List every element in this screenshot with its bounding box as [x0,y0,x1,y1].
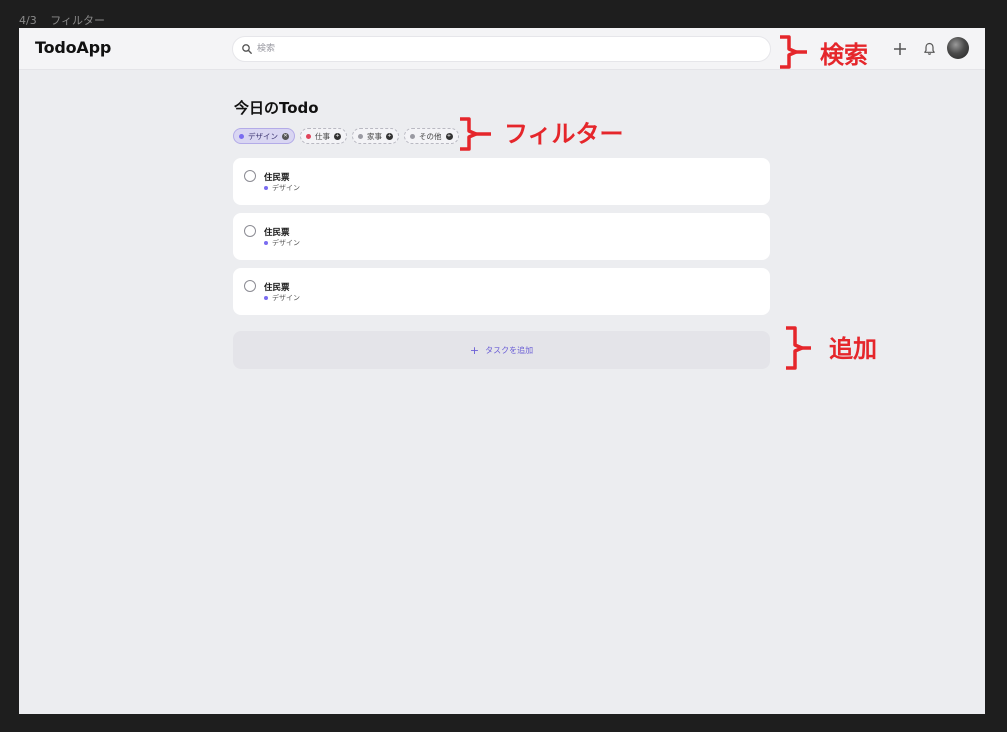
filter-chip-other[interactable]: その他 + [404,128,459,144]
filter-chip-work[interactable]: 仕事 + [300,128,347,144]
filter-chip-label: 家事 [367,131,382,141]
filter-chip-label: 仕事 [315,131,330,141]
filter-chip-housework[interactable]: 家事 + [352,128,399,144]
plus-icon [894,43,906,55]
frame-label: 4/3 フィルター [19,12,105,28]
task-card[interactable]: 住民票 デザイン [233,268,770,315]
color-dot-icon [239,133,244,139]
filter-chips: デザイン ✕ 仕事 + 家事 + その他 + [233,128,459,144]
task-card[interactable]: 住民票 デザイン [233,158,770,205]
annotation-brace-filter [460,117,491,151]
complete-checkbox[interactable] [244,280,256,292]
search-input[interactable] [257,37,757,61]
plus-icon[interactable]: + [334,132,341,140]
task-tag: デザイン [264,293,300,303]
filter-chip-label: その他 [419,131,442,141]
plus-icon[interactable]: + [386,132,393,140]
frame-number: 4/3 [19,14,37,27]
color-dot-icon [264,296,268,300]
task-tag-label: デザイン [272,184,300,192]
task-title: 住民票 [264,283,290,293]
task-title: 住民票 [264,228,290,238]
avatar[interactable] [947,37,969,59]
app-logo[interactable]: TodoApp [35,38,111,57]
bell-icon [923,42,935,55]
plus-icon: + [469,343,480,357]
filter-chip-label: デザイン [248,131,278,141]
add-task-button[interactable]: + タスクを追加 [233,331,770,369]
complete-checkbox[interactable] [244,170,256,182]
frame-name: フィルター [50,14,105,27]
annotation-brace-add [786,326,811,370]
plus-icon[interactable]: + [445,132,453,140]
annotation-brace-search [780,35,807,69]
add-task-label: タスクを追加 [485,345,534,355]
color-dot-icon [306,133,311,139]
annotation-filter-label: フィルター [504,120,624,148]
annotation-add-label: 追加 [829,335,877,363]
color-dot-icon [358,133,363,139]
task-tag: デザイン [264,238,300,248]
task-tag-label: デザイン [272,239,300,247]
filter-chip-design[interactable]: デザイン ✕ [233,128,295,144]
notification-button[interactable] [918,38,940,60]
task-tag-label: デザイン [272,294,300,302]
app-canvas: TodoApp 検索 今日のTodo [19,28,985,714]
task-card[interactable]: 住民票 デザイン [233,213,770,260]
page-title: 今日のTodo [234,99,319,117]
task-title: 住民票 [264,173,290,183]
color-dot-icon [410,133,415,139]
task-tag: デザイン [264,183,300,193]
close-icon[interactable]: ✕ [282,132,289,140]
color-dot-icon [264,186,268,190]
add-task-header-button[interactable] [889,38,911,60]
search-icon [242,44,252,54]
complete-checkbox[interactable] [244,225,256,237]
search-box[interactable] [232,36,771,62]
annotation-search-label: 検索 [820,41,868,69]
color-dot-icon [264,241,268,245]
